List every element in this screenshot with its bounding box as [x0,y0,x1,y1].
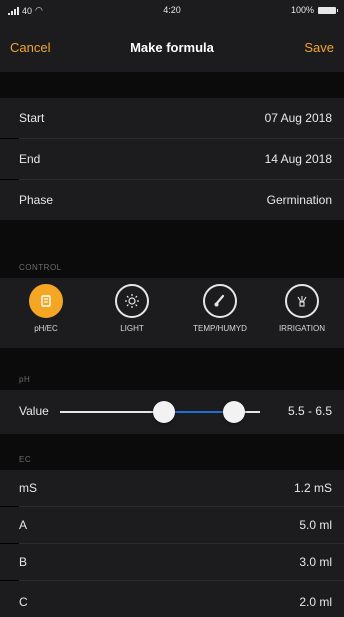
start-row[interactable]: Start 07 Aug 2018 [0,98,344,138]
tab-temp-humyd-label: TEMP/HUMYD [193,324,247,333]
tab-temp-humyd[interactable]: TEMP/HUMYD [185,284,255,333]
start-value[interactable]: 07 Aug 2018 [265,111,332,125]
end-label: End [19,152,41,166]
tab-irrigation[interactable]: IRRIGATION [267,284,337,333]
section-spacer [0,72,344,98]
range-high-thumb[interactable] [223,401,245,423]
ec-a-value[interactable]: 5.0 ml [299,518,332,532]
ec-section-header: EC [0,434,344,470]
ec-b-value[interactable]: 3.0 ml [299,555,332,569]
phase-label: Phase [19,193,54,207]
status-right: 100% [290,5,338,15]
ec-ms-label: mS [19,481,37,495]
irrigation-icon [285,284,319,318]
end-value[interactable]: 14 Aug 2018 [265,152,332,166]
navigation-bar: Cancel Make formula Save [0,20,344,72]
ph-range-row: Value 5.5 - 6.5 [0,390,344,434]
end-row[interactable]: End 14 Aug 2018 [0,139,344,179]
ec-row-ms[interactable]: mS 1.2 mS [0,470,344,506]
start-label: Start [19,111,45,125]
sun-icon [115,284,149,318]
save-button[interactable]: Save [304,40,334,55]
battery-icon [318,6,338,14]
ec-c-value[interactable]: 2.0 ml [299,595,332,609]
tab-ph-ec[interactable]: pH/EC [11,284,81,333]
ec-row-a[interactable]: A 5.0 ml [0,507,344,543]
status-bar: 40 ◠ 4:20 100% [0,0,344,20]
tab-irrigation-label: IRRIGATION [278,324,326,333]
ec-c-label: C [19,595,28,609]
battery-percent: 100% [290,5,314,15]
ec-ms-value[interactable]: 1.2 mS [294,481,332,495]
control-section-header: CONTROL [0,220,344,278]
slider-track-left [60,411,160,413]
ph-header-label: pH [19,375,31,384]
ph-range-value: 5.5 - 6.5 [287,404,332,418]
range-low-thumb[interactable] [153,401,175,423]
tab-light-label: LIGHT [120,324,144,333]
tab-light[interactable]: LIGHT [97,284,167,333]
ph-value-label: Value [19,404,49,418]
page-title: Make formula [130,40,214,55]
control-tabs: pH/EC LIGHT TEMP/HUMYD IRRIGATION [0,278,344,348]
ph-ec-icon [29,284,63,318]
ec-b-label: B [19,555,28,569]
ec-header-label: EC [19,455,32,464]
ec-a-label: A [19,518,28,532]
phase-value[interactable]: Germination [267,193,332,207]
control-header-label: CONTROL [19,263,62,272]
ec-row-b[interactable]: B 3.0 ml [0,544,344,580]
thermometer-icon [203,284,237,318]
ph-section-header: pH [0,348,344,390]
tab-ph-ec-label: pH/EC [34,324,58,333]
phase-row[interactable]: Phase Germination [0,180,344,220]
